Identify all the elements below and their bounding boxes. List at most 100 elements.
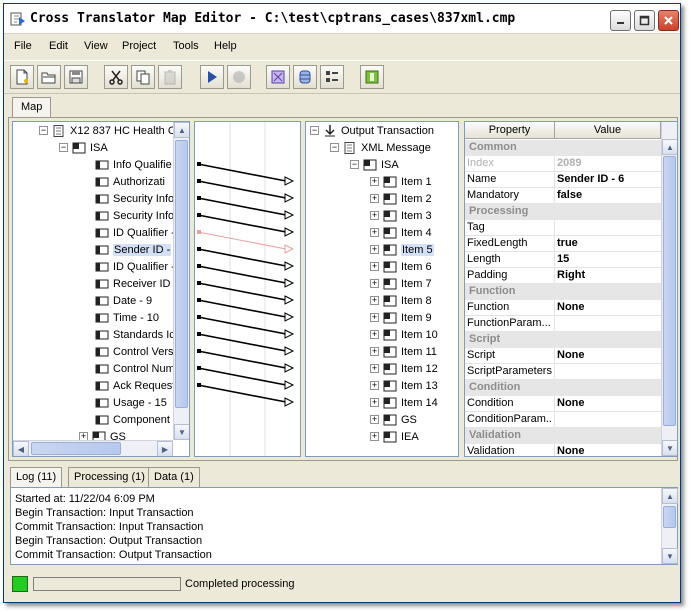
tree-node-output-root[interactable]: − Output Transaction — [310, 122, 434, 139]
property-value[interactable]: Right — [557, 269, 585, 281]
scroll-thumb[interactable] — [175, 140, 188, 408]
property-row[interactable]: Condition None — [465, 396, 661, 412]
expand-icon[interactable]: + — [370, 245, 379, 254]
output-item[interactable]: + Item 8 — [370, 292, 432, 309]
tree-node-out-gs[interactable]: + GS — [370, 411, 417, 428]
property-row[interactable]: Validation None — [465, 444, 661, 456]
paste-button[interactable] — [158, 65, 182, 89]
mapping-area[interactable] — [194, 121, 301, 457]
expand-icon[interactable]: + — [370, 177, 379, 186]
input-field-item[interactable]: Date - 9 — [95, 292, 152, 309]
input-field-item[interactable]: Receiver ID — [95, 275, 170, 292]
property-value[interactable]: None — [557, 301, 585, 313]
expand-icon[interactable]: + — [370, 364, 379, 373]
title-bar[interactable]: Cross Translator Map Editor - C:\test\cp… — [4, 4, 680, 34]
input-field-item[interactable]: Component — [95, 411, 170, 428]
input-field-item[interactable]: Standards Ic — [95, 326, 175, 343]
property-value[interactable]: false — [557, 189, 582, 201]
input-field-item[interactable]: Info Qualifie — [95, 156, 172, 173]
input-field-item[interactable]: Security Info — [95, 207, 174, 224]
output-item[interactable]: + Item 9 — [370, 309, 432, 326]
properties-table[interactable]: Property Value Common Index 2089 Name Sender… — [464, 121, 678, 457]
close-button[interactable] — [658, 10, 679, 31]
save-button[interactable] — [64, 65, 88, 89]
scroll-down-button[interactable]: ▼ — [662, 548, 678, 564]
property-value[interactable]: Sender ID - 6 — [557, 173, 624, 185]
input-field-item[interactable]: Ack Request — [95, 377, 175, 394]
collapse-icon[interactable]: − — [350, 160, 359, 169]
output-item[interactable]: + Item 3 — [370, 207, 432, 224]
menu-project[interactable]: Project — [122, 40, 156, 52]
expand-icon[interactable]: + — [370, 347, 379, 356]
menu-help[interactable]: Help — [214, 40, 237, 52]
output-item[interactable]: + Item 2 — [370, 190, 432, 207]
property-row[interactable]: FixedLength true — [465, 236, 661, 252]
output-item[interactable]: + Item 6 — [370, 258, 432, 275]
output-item[interactable]: + Item 11 — [370, 343, 437, 360]
input-field-item[interactable]: ID Qualifier - — [95, 258, 175, 275]
property-row[interactable]: Mandatory false — [465, 188, 661, 204]
run-button[interactable] — [200, 65, 224, 89]
input-field-item[interactable]: Control Vers — [95, 343, 174, 360]
property-row[interactable]: Function None — [465, 300, 661, 316]
input-vscroll[interactable]: ▲ ▼ — [173, 122, 189, 440]
collapse-icon[interactable]: − — [39, 126, 48, 135]
property-row[interactable]: Length 15 — [465, 252, 661, 268]
input-field-item[interactable]: Security Info — [95, 190, 174, 207]
scroll-up-button[interactable]: ▲ — [174, 122, 189, 138]
collapse-icon[interactable]: − — [310, 126, 319, 135]
output-tree[interactable]: − Output Transaction − XML Message − ISA… — [305, 121, 459, 457]
property-value[interactable]: None — [557, 349, 585, 361]
property-row[interactable]: Script None — [465, 348, 661, 364]
map-button[interactable] — [266, 65, 290, 89]
stop-button[interactable] — [227, 65, 251, 89]
properties-button[interactable] — [320, 65, 344, 89]
collapse-icon[interactable]: − — [59, 143, 68, 152]
database-button[interactable] — [293, 65, 317, 89]
minimize-button[interactable] — [610, 10, 631, 31]
input-field-item[interactable]: Authorizati — [95, 173, 165, 190]
tab-data[interactable]: Data (1) — [148, 467, 200, 487]
expand-icon[interactable]: + — [370, 313, 379, 322]
expand-icon[interactable]: + — [370, 398, 379, 407]
tab-processing[interactable]: Processing (1) — [68, 467, 151, 487]
column-header-value[interactable]: Value — [555, 122, 661, 139]
scroll-thumb[interactable] — [663, 506, 676, 528]
output-item[interactable]: + Item 1 — [370, 173, 432, 190]
property-value[interactable]: 2089 — [557, 157, 581, 169]
input-field-item[interactable]: Time - 10 — [95, 309, 159, 326]
menu-file[interactable]: File — [14, 40, 32, 52]
expand-icon[interactable]: + — [370, 228, 379, 237]
output-item[interactable]: + Item 10 — [370, 326, 438, 343]
expand-icon[interactable]: + — [370, 279, 379, 288]
scroll-right-button[interactable]: ▶ — [157, 441, 173, 456]
tree-node-isa[interactable]: − ISA — [59, 139, 108, 156]
tree-node-out-isa[interactable]: − ISA — [350, 156, 399, 173]
scroll-up-button[interactable]: ▲ — [662, 139, 677, 155]
collapse-icon[interactable]: − — [330, 143, 339, 152]
property-row[interactable]: FunctionParam... — [465, 316, 661, 332]
input-tree[interactable]: − X12 837 HC Health C − ISA Info Qualifi… — [12, 121, 190, 457]
scroll-down-button[interactable]: ▼ — [174, 424, 189, 440]
expand-icon[interactable]: + — [370, 296, 379, 305]
log-output[interactable]: Started at: 11/22/04 6:09 PM Begin Trans… — [10, 487, 678, 565]
property-value[interactable]: None — [557, 445, 585, 456]
new-button[interactable] — [10, 65, 34, 89]
tree-node-out-iea[interactable]: + IEA — [370, 428, 419, 445]
output-item[interactable]: + Item 4 — [370, 224, 432, 241]
copy-button[interactable] — [131, 65, 155, 89]
output-item[interactable]: + Item 13 — [370, 377, 438, 394]
maximize-button[interactable] — [634, 10, 655, 31]
tree-node-xml-message[interactable]: − XML Message — [330, 139, 431, 156]
properties-vscroll[interactable]: ▲ ▼ — [661, 122, 677, 456]
expand-icon[interactable]: + — [370, 381, 379, 390]
expand-icon[interactable]: + — [370, 194, 379, 203]
property-row[interactable]: Tag — [465, 220, 661, 236]
exit-button[interactable] — [360, 65, 384, 89]
input-hscroll[interactable]: ◀ ▶ — [13, 440, 173, 456]
property-row[interactable]: ScriptParameters — [465, 364, 661, 380]
expand-icon[interactable]: + — [370, 415, 379, 424]
input-field-item[interactable]: Usage - 15 — [95, 394, 167, 411]
column-header-property[interactable]: Property — [465, 122, 555, 139]
expand-icon[interactable]: + — [370, 432, 379, 441]
